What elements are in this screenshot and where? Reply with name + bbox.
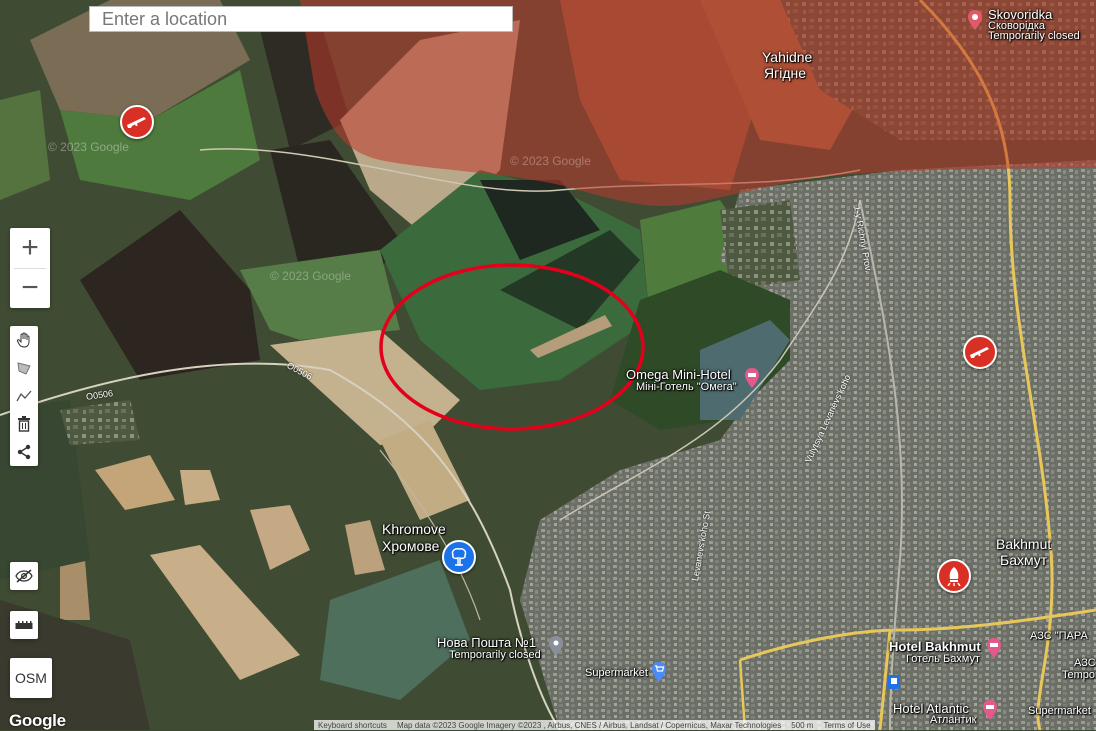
- place-label-omega[interactable]: Omega Mini-Hotel: [626, 368, 731, 382]
- place-label-bakhmut-local: Бахмут: [1000, 552, 1048, 568]
- place-label-hotel-bakhmut[interactable]: Hotel Bakhmut: [889, 640, 981, 654]
- hotel-pin-icon[interactable]: [982, 700, 998, 720]
- rifle-marker[interactable]: [963, 335, 997, 369]
- eye-slash-icon[interactable]: [10, 562, 38, 590]
- place-label-supermarket[interactable]: Supermarket: [1028, 705, 1091, 718]
- bus-stop-icon[interactable]: [888, 675, 900, 689]
- map-watermark: © 2023 Google: [510, 154, 591, 168]
- scale-label[interactable]: 500 m: [791, 721, 813, 730]
- map-data-text: Map data ©2023 Google Imagery ©2023 , Ai…: [396, 720, 782, 730]
- terms-link[interactable]: Terms of Use: [823, 721, 870, 730]
- place-label-bakhmut[interactable]: Bakhmut: [996, 537, 1051, 552]
- explosion-marker[interactable]: [442, 540, 476, 574]
- keyboard-shortcuts-link[interactable]: Keyboard shortcuts: [318, 721, 387, 730]
- explosion-icon: [451, 548, 467, 566]
- osm-layer-button[interactable]: OSM: [10, 658, 52, 698]
- google-logo[interactable]: Google: [9, 711, 66, 731]
- place-label-supermarket[interactable]: Supermarket: [585, 667, 648, 680]
- place-label-khromove[interactable]: Khromove: [382, 522, 446, 537]
- place-status-nova-poshta: Temporarily closed: [449, 649, 541, 661]
- hotel-pin-icon[interactable]: [986, 638, 1002, 658]
- place-label-azs[interactable]: АЗС "ПАРА: [1030, 630, 1088, 643]
- ruler-icon[interactable]: [10, 611, 38, 639]
- rifle-icon: [970, 347, 989, 358]
- shopping-cart-pin-icon[interactable]: [651, 662, 667, 682]
- place-label-omega-local: Міні-Готель "Омега": [636, 381, 737, 393]
- place-label-hotel-bakhmut-local: Готель Бахмут: [906, 653, 981, 665]
- restaurant-pin-icon[interactable]: [967, 10, 983, 30]
- rifle-marker[interactable]: [120, 105, 154, 139]
- share-icon[interactable]: [10, 439, 38, 466]
- map-attribution: Keyboard shortcuts Map data ©2023 Google…: [314, 720, 875, 730]
- place-label-khromove-local: Хромове: [382, 538, 440, 554]
- place-label-yahidne[interactable]: Yahidne: [762, 50, 812, 65]
- map-watermark: © 2023 Google: [270, 269, 351, 283]
- trash-icon[interactable]: [10, 411, 38, 438]
- zoom-out-button[interactable]: −: [10, 269, 50, 308]
- polyline-icon[interactable]: [10, 383, 38, 410]
- location-search-input[interactable]: [89, 6, 513, 32]
- drawing-toolbar: [10, 326, 38, 466]
- map-watermark: © 2023 Google: [48, 140, 129, 154]
- place-status-skovoridka: Temporarily closed: [988, 30, 1080, 42]
- place-status-azs: Tempor: [1062, 669, 1096, 681]
- zoom-control: + −: [10, 228, 50, 308]
- bomb-icon: [947, 567, 961, 586]
- place-label-nova-poshta[interactable]: Нова Пошта №1: [437, 636, 536, 650]
- post-office-pin-icon[interactable]: [548, 636, 564, 656]
- hotel-pin-icon[interactable]: [744, 368, 760, 388]
- place-label-hotel-atlantic-local: Атлантик: [930, 714, 977, 726]
- place-label-yahidne-local: Ягідне: [764, 65, 807, 81]
- place-label-azs-local: АЗС: [1074, 657, 1096, 669]
- zoom-in-button[interactable]: +: [10, 229, 50, 268]
- bomb-marker[interactable]: [937, 559, 971, 593]
- satellite-map[interactable]: [0, 0, 1096, 730]
- polygon-icon[interactable]: [10, 355, 38, 382]
- rifle-icon: [127, 117, 146, 128]
- hand-icon[interactable]: [10, 327, 38, 354]
